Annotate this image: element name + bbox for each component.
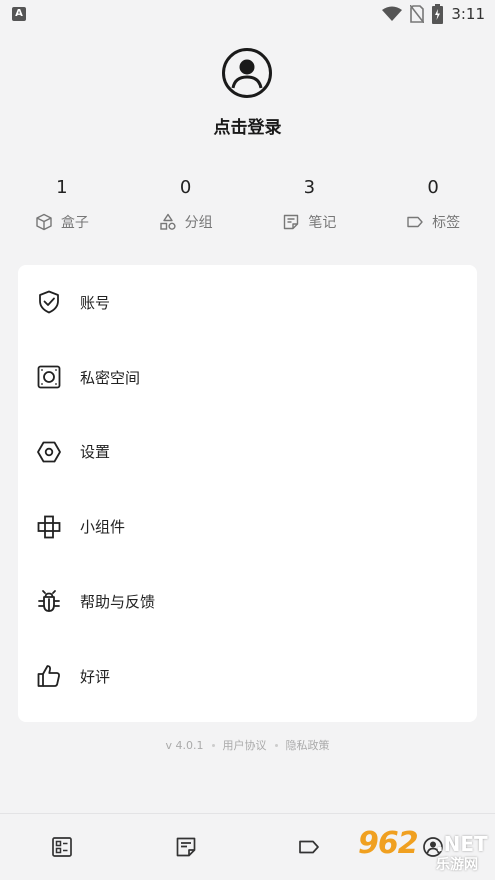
nav-tab-boxes[interactable] — [0, 814, 124, 880]
profile-screen: A 3:11 点击登录 1 盒子 0 分组 3 笔记 0 标签 账号 私密空间 … — [0, 0, 495, 880]
watermark-name: 乐游网 — [436, 857, 478, 873]
menu-label: 设置 — [80, 443, 111, 462]
shapes-icon — [159, 213, 176, 230]
widget-icon — [37, 515, 61, 539]
menu-item-rate[interactable]: 好评 — [18, 639, 477, 714]
status-bar: A 3:11 — [0, 0, 495, 28]
login-link[interactable]: 点击登录 — [0, 113, 495, 138]
stat-count: 0 — [179, 177, 192, 198]
user-circle-icon[interactable] — [221, 47, 273, 99]
boxes-tab-icon — [52, 837, 72, 857]
menu-label: 私密空间 — [80, 368, 141, 387]
menu-item-widgets[interactable]: 小组件 — [18, 489, 477, 564]
privacy-policy-link[interactable]: 隐私政策 — [286, 737, 330, 753]
stat-tags[interactable]: 0 标签 — [371, 176, 495, 232]
thumbs-up-icon — [37, 665, 60, 688]
menu-item-account[interactable]: 账号 — [18, 265, 477, 340]
separator-dot — [274, 743, 278, 747]
user-agreement-link[interactable]: 用户协议 — [223, 737, 267, 753]
box-icon — [36, 213, 52, 231]
menu-label: 好评 — [80, 667, 111, 686]
bug-icon — [38, 589, 60, 612]
site-watermark: 962 .NET 乐游网 — [358, 826, 490, 876]
safe-icon — [37, 365, 61, 389]
stat-label: 分组 — [184, 215, 213, 231]
stat-label: 笔记 — [308, 215, 337, 231]
notes-tab-icon — [176, 837, 195, 857]
battery-charging-icon — [432, 4, 444, 24]
menu-label: 小组件 — [80, 518, 126, 537]
app-notification-icon: A — [12, 7, 26, 21]
nav-tab-tags[interactable] — [248, 814, 372, 880]
wifi-icon — [382, 6, 403, 21]
watermark-number: 962 — [358, 826, 419, 861]
stat-boxes[interactable]: 1 盒子 — [0, 176, 124, 232]
menu-label: 帮助与反馈 — [80, 593, 156, 612]
separator-dot — [211, 743, 215, 747]
stat-label: 盒子 — [60, 215, 89, 231]
stat-count: 0 — [427, 177, 439, 198]
menu-label: 账号 — [80, 293, 111, 312]
tags-tab-icon — [299, 840, 320, 854]
footer-links: v 4.0.1 用户协议 隐私政策 — [0, 737, 495, 753]
hexagon-settings-icon — [37, 441, 61, 463]
stat-groups[interactable]: 0 分组 — [124, 176, 248, 232]
watermark-suffix: .NET — [436, 832, 488, 856]
stat-count: 3 — [303, 177, 316, 198]
menu-item-help-feedback[interactable]: 帮助与反馈 — [18, 564, 477, 639]
shield-check-icon — [39, 290, 59, 314]
note-icon — [284, 214, 299, 230]
version-text: v 4.0.1 — [165, 738, 204, 752]
nav-tab-notes[interactable] — [124, 814, 248, 880]
menu-card: 账号 私密空间 设置 小组件 帮助与反馈 好评 — [18, 265, 477, 722]
menu-item-private-space[interactable]: 私密空间 — [18, 340, 477, 415]
status-bar-right: 3:11 — [382, 4, 485, 24]
status-time: 3:11 — [451, 5, 485, 23]
stat-label: 标签 — [432, 215, 461, 231]
tag-icon — [407, 216, 423, 228]
stats-row: 1 盒子 0 分组 3 笔记 0 标签 — [0, 176, 495, 232]
no-sim-icon — [410, 5, 425, 23]
menu-item-settings[interactable]: 设置 — [18, 415, 477, 490]
stat-count: 1 — [56, 177, 68, 198]
stat-notes[interactable]: 3 笔记 — [248, 176, 372, 232]
